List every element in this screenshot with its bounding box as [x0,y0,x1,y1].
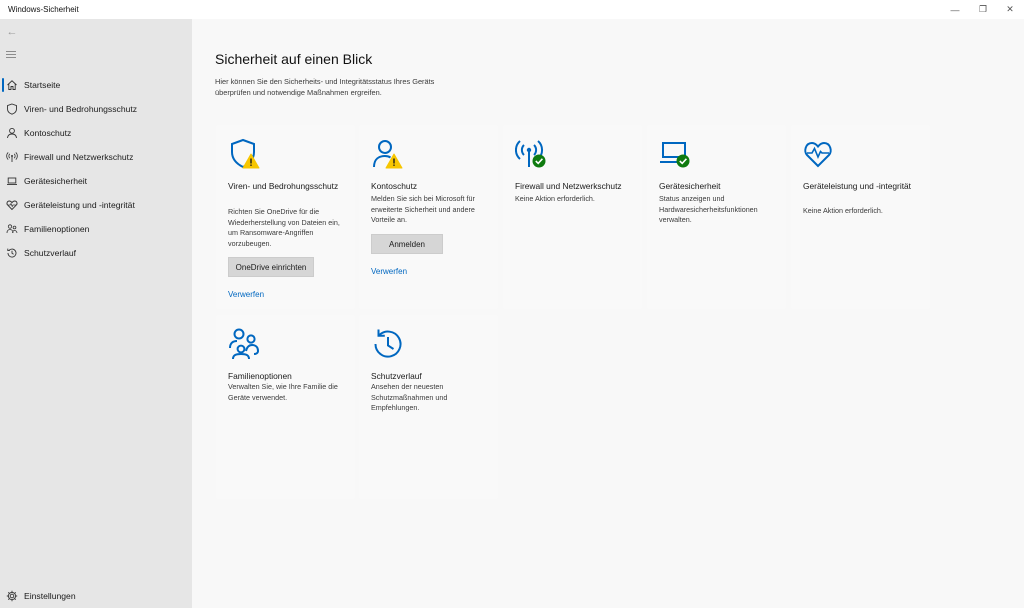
sidebar-item-label: Startseite [24,80,61,90]
history-icon [7,248,17,258]
shield-warning-icon [231,138,260,169]
sidebar-item-label: Geräteleistung und -integrität [24,200,135,210]
person-icon [7,127,17,139]
sidebar-item-einstellungen[interactable]: Einstellungen [0,585,192,607]
antenna-icon [6,152,18,162]
sidebar-item-label: Viren- und Bedrohungsschutz [24,104,138,114]
sidebar-item-label: Familienoptionen [24,224,90,234]
card-title: Schutzverlauf [371,371,422,381]
dismiss-link[interactable]: Verwerfen [228,290,264,299]
history-icon [374,329,402,358]
card-title: Viren- und Bedrohungsschutz [228,181,339,191]
card-geraeteleistung-und-integritaet[interactable]: Geräteleistung und -integrität Keine Akt… [791,125,930,309]
gear-icon [6,590,18,602]
card-description: Status anzeigen und Hardwaresicherheitsf… [659,194,758,225]
shield-icon [7,103,17,115]
laptop-check-icon [660,142,690,168]
sidebar-item-label: Einstellungen [24,591,76,601]
sidebar-item-firewall-und-netzwerkschutz[interactable]: Firewall und Netzwerkschutz [0,146,192,168]
card-firewall-und-netzwerkschutz[interactable]: Firewall und Netzwerkschutz Keine Aktion… [503,125,642,309]
card-description: Keine Aktion erforderlich. [803,206,883,215]
maximize-icon: ❐ [978,4,988,14]
heart-pulse-icon [804,141,832,168]
sidebar: ← Startseite Viren- und Bedrohungsschutz… [0,19,192,608]
card-title: Geräteleistung und -integrität [803,181,912,191]
sidebar-item-schutzverlauf[interactable]: Schutzverlauf [0,242,192,264]
sidebar-item-geraetesicherheit[interactable]: Gerätesicherheit [0,170,192,192]
sidebar-item-label: Schutzverlauf [24,248,77,258]
card-title: Gerätesicherheit [659,181,721,191]
card-geraetesicherheit[interactable]: Gerätesicherheit Status anzeigen und Har… [647,125,786,309]
card-schutzverlauf[interactable]: Schutzverlauf Ansehen der neuesten Schut… [359,315,498,499]
sidebar-item-label: Kontoschutz [24,128,72,138]
sidebar-item-familienoptionen[interactable]: Familienoptionen [0,218,192,240]
person-warning-icon [373,140,403,169]
page-description: Hier können Sie den Sicherheits- und Int… [215,77,435,97]
main-content: Sicherheit auf einen Blick Hier können S… [192,19,1024,608]
family-icon [229,328,260,360]
dismiss-link[interactable]: Verwerfen [371,267,407,276]
title-bar: Windows-Sicherheit — ❐ ✕ [0,0,1024,19]
menu-toggle-button[interactable] [6,51,18,61]
page-title: Sicherheit auf einen Blick [215,51,373,67]
card-viren-und-bedrohungsschutz[interactable]: Viren- und Bedrohungsschutz Richten Sie … [216,125,355,309]
onedrive-setup-button[interactable]: OneDrive einrichten [228,257,314,277]
laptop-icon [7,177,17,185]
card-title: Firewall und Netzwerkschutz [515,181,622,191]
sidebar-item-kontoschutz[interactable]: Kontoschutz [0,122,192,144]
antenna-check-icon [515,140,546,168]
card-title: Familienoptionen [228,371,292,381]
sidebar-item-geraeteleistung-und-integritaet[interactable]: Geräteleistung und -integrität [0,194,192,216]
sidebar-item-startseite[interactable]: Startseite [0,74,192,96]
minimize-icon: — [950,4,960,15]
sign-in-button[interactable]: Anmelden [371,234,443,254]
close-button[interactable]: ✕ [996,0,1024,19]
app-title: Windows-Sicherheit [8,5,79,14]
card-description: Keine Aktion erforderlich. [515,194,595,203]
sidebar-item-label: Gerätesicherheit [24,176,88,186]
close-icon: ✕ [1006,4,1014,14]
minimize-button[interactable]: — [941,0,969,19]
heart-icon [6,200,18,211]
back-arrow-icon: ← [6,26,18,38]
card-familienoptionen[interactable]: Familienoptionen Verwalten Sie, wie Ihre… [216,315,355,499]
sidebar-item-label: Firewall und Netzwerkschutz [24,152,134,162]
card-description: Verwalten Sie, wie Ihre Familie die Gerä… [228,382,338,402]
back-button[interactable]: ← [4,25,20,39]
family-icon [6,224,18,234]
home-icon [7,80,17,90]
maximize-button[interactable]: ❐ [969,0,997,19]
card-title: Kontoschutz [371,181,418,191]
card-description: Melden Sie sich bei Microsoft für erweit… [371,194,475,225]
card-kontoschutz[interactable]: Kontoschutz Melden Sie sich bei Microsof… [359,125,498,309]
card-description: Ansehen der neuesten Schutzmaßnahmen und… [371,382,448,413]
card-description: Richten Sie OneDrive für die Wiederherst… [228,207,340,248]
menu-icon [6,51,16,52]
sidebar-item-viren-und-bedrohungsschutz[interactable]: Viren- und Bedrohungsschutz [0,98,192,120]
